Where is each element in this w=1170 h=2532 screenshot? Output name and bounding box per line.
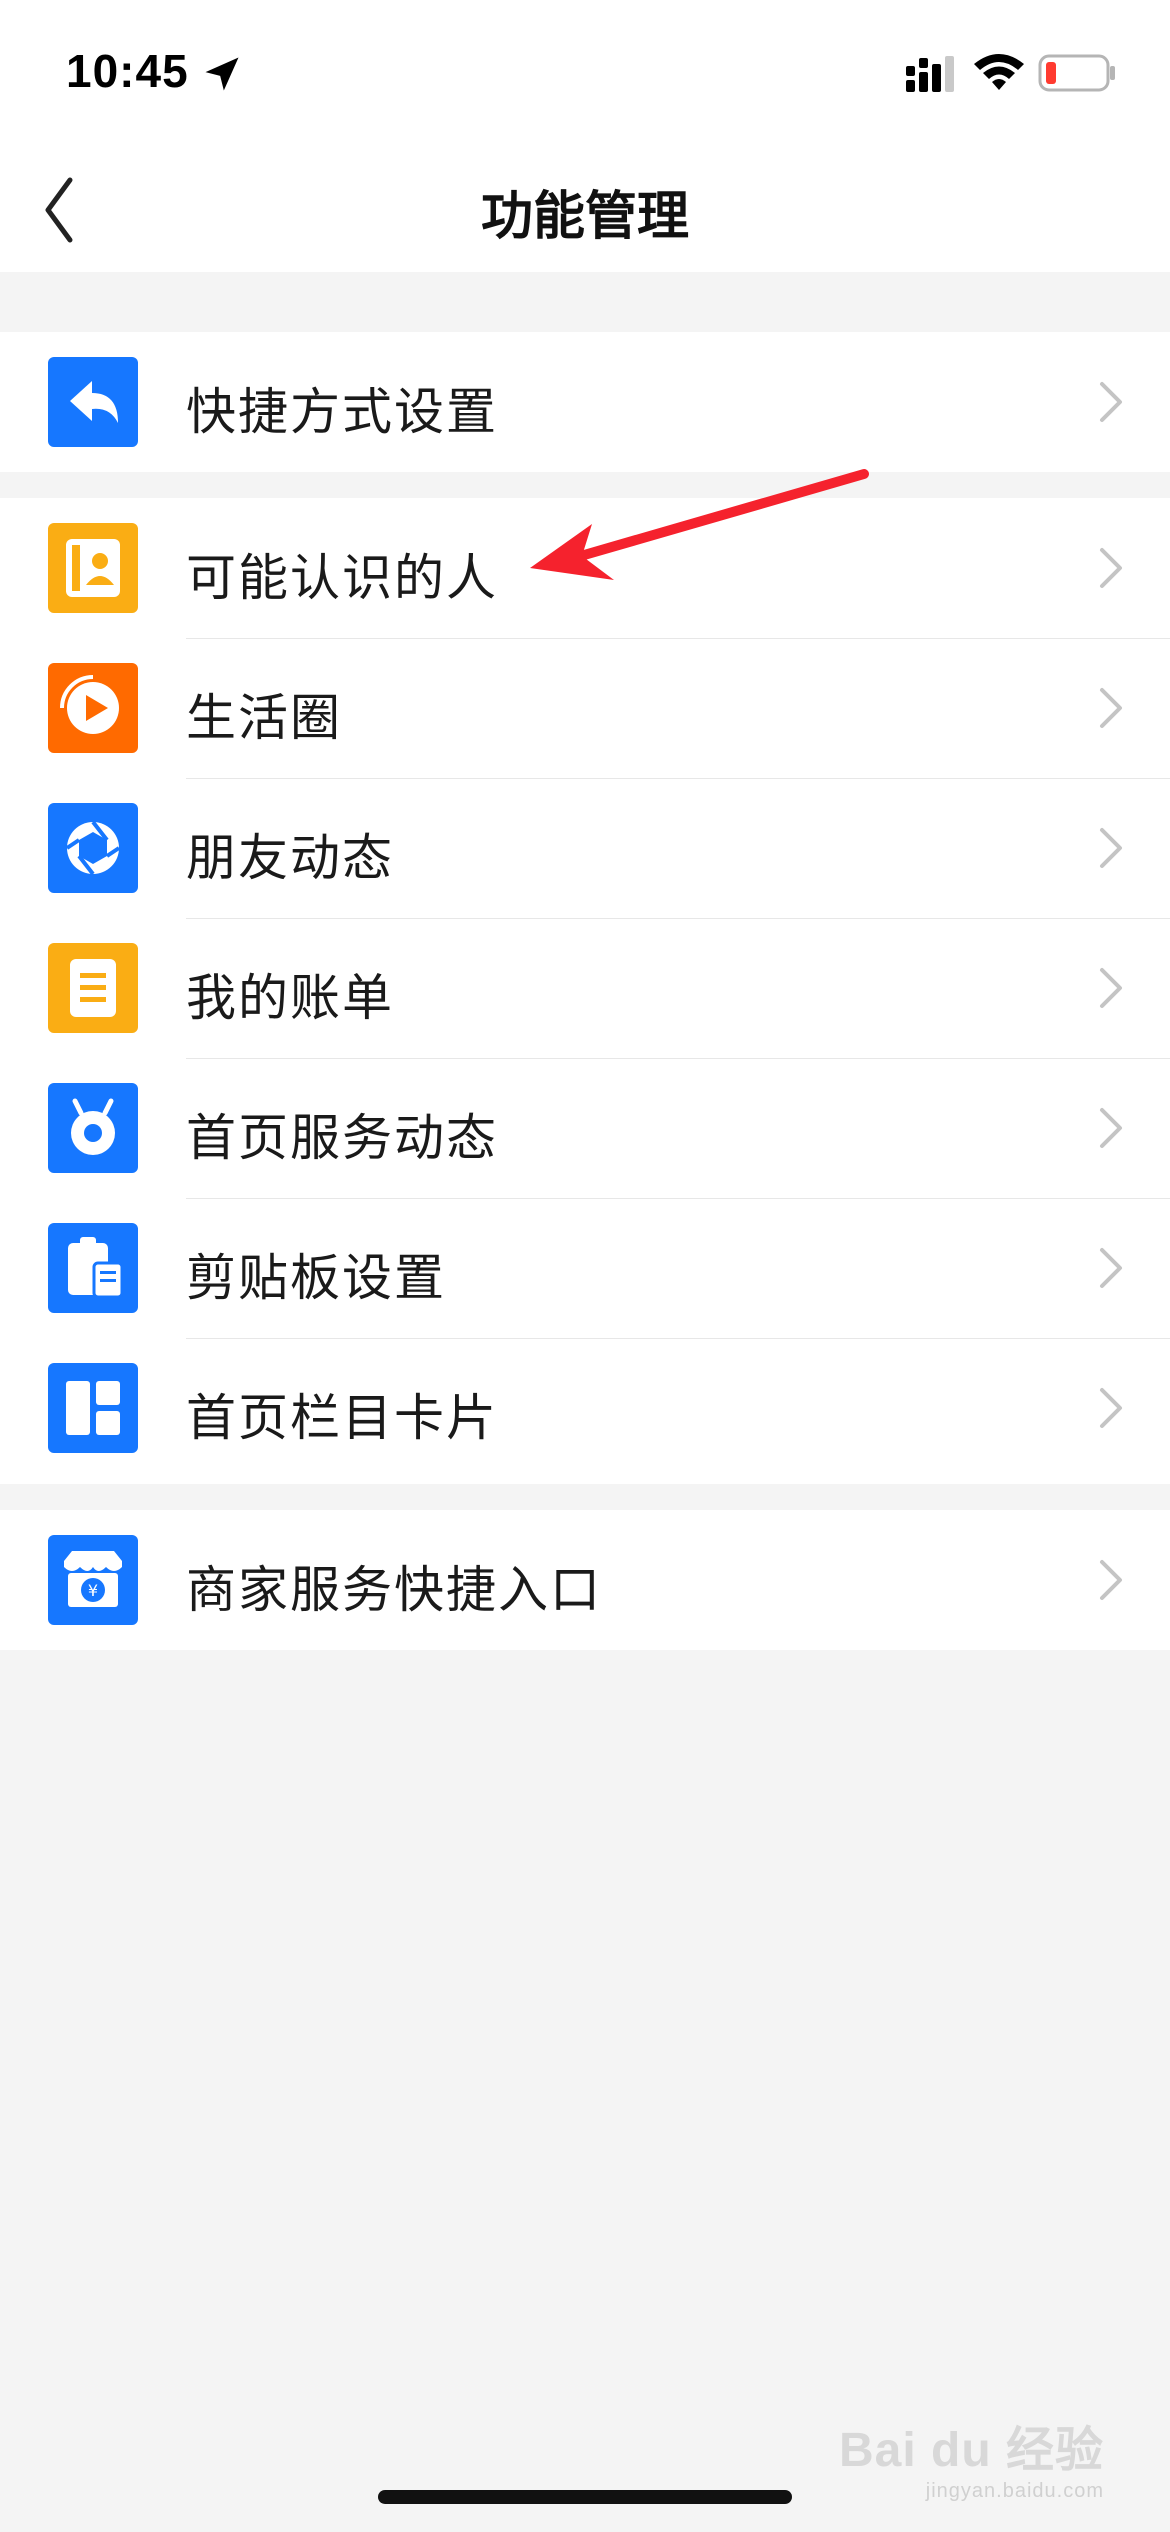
bug-eye-icon bbox=[48, 1083, 138, 1173]
watermark-url: jingyan.baidu.com bbox=[925, 2480, 1104, 2502]
settings-group-features: 可能认识的人 生活圈 朋友动态 我的账单 首页服务动态 剪贴板设置 首页栏目卡片 bbox=[0, 498, 1170, 1484]
contact-card-icon bbox=[48, 523, 138, 613]
list-item-label: 朋友动态 bbox=[186, 830, 394, 886]
list-item-label: 首页服务动态 bbox=[186, 1110, 498, 1166]
play-circle-icon bbox=[48, 663, 138, 753]
list-item-life-circle[interactable]: 生活圈 bbox=[0, 638, 1170, 778]
svg-text:¥: ¥ bbox=[88, 1581, 98, 1600]
reply-arrow-icon bbox=[48, 357, 138, 447]
chevron-right-icon bbox=[1100, 968, 1122, 1008]
status-time: 10:45 bbox=[66, 45, 189, 97]
wifi-icon bbox=[974, 54, 1024, 90]
merchant-store-icon: ¥ bbox=[48, 1535, 138, 1625]
list-item-home-column-cards[interactable]: 首页栏目卡片 bbox=[0, 1338, 1170, 1478]
bill-icon bbox=[48, 943, 138, 1033]
chevron-right-icon bbox=[1100, 382, 1122, 422]
clipboard-icon bbox=[48, 1223, 138, 1313]
list-item-label: 生活圈 bbox=[186, 690, 342, 746]
navigation-bar: 功能管理 bbox=[0, 140, 1170, 272]
list-item-label: 首页栏目卡片 bbox=[186, 1390, 498, 1446]
chevron-right-icon bbox=[1100, 1560, 1122, 1600]
list-item-label: 可能认识的人 bbox=[186, 550, 498, 606]
chevron-right-icon bbox=[1100, 1388, 1122, 1428]
cellular-signal-icon bbox=[906, 56, 954, 92]
chevron-right-icon bbox=[1100, 1248, 1122, 1288]
watermark-brand: Bai du 经验 bbox=[838, 2424, 1104, 2477]
chevron-right-icon bbox=[1100, 1108, 1122, 1148]
list-item-label: 剪贴板设置 bbox=[186, 1250, 446, 1306]
layout-cards-icon bbox=[48, 1363, 138, 1453]
shutter-icon bbox=[48, 803, 138, 893]
list-item-label: 商家服务快捷入口 bbox=[186, 1562, 602, 1618]
list-item-people-you-may-know[interactable]: 可能认识的人 bbox=[0, 498, 1170, 638]
status-bar: 10:45 bbox=[0, 0, 1170, 140]
list-item-clipboard-settings[interactable]: 剪贴板设置 bbox=[0, 1198, 1170, 1338]
list-item-shortcut-settings[interactable]: 快捷方式设置 bbox=[0, 332, 1170, 472]
list-item-my-bills[interactable]: 我的账单 bbox=[0, 918, 1170, 1058]
settings-group-shortcut: 快捷方式设置 bbox=[0, 332, 1170, 472]
page-title: 功能管理 bbox=[480, 188, 689, 246]
chevron-right-icon bbox=[1100, 828, 1122, 868]
settings-group-merchant: ¥ 商家服务快捷入口 bbox=[0, 1510, 1170, 1650]
header-area: 10:45 功能管理 bbox=[0, 0, 1170, 272]
home-indicator[interactable] bbox=[378, 2490, 792, 2504]
battery-low-icon bbox=[1038, 54, 1115, 92]
list-item-label: 快捷方式设置 bbox=[186, 384, 498, 440]
function-management-screen: 10:45 功能管理 快捷方式设置 可能认识的人 生活圈 朋友动态 我的账单 首… bbox=[0, 0, 1170, 2532]
chevron-right-icon bbox=[1100, 548, 1122, 588]
list-item-label: 我的账单 bbox=[186, 970, 394, 1026]
location-arrow-icon bbox=[205, 57, 239, 91]
list-item-merchant-shortcut[interactable]: ¥ 商家服务快捷入口 bbox=[0, 1510, 1170, 1650]
watermark: Bai du 经验 jingyan.baidu.com bbox=[839, 2410, 1104, 2503]
chevron-right-icon bbox=[1100, 688, 1122, 728]
list-item-friend-updates[interactable]: 朋友动态 bbox=[0, 778, 1170, 918]
list-item-home-service-updates[interactable]: 首页服务动态 bbox=[0, 1058, 1170, 1198]
